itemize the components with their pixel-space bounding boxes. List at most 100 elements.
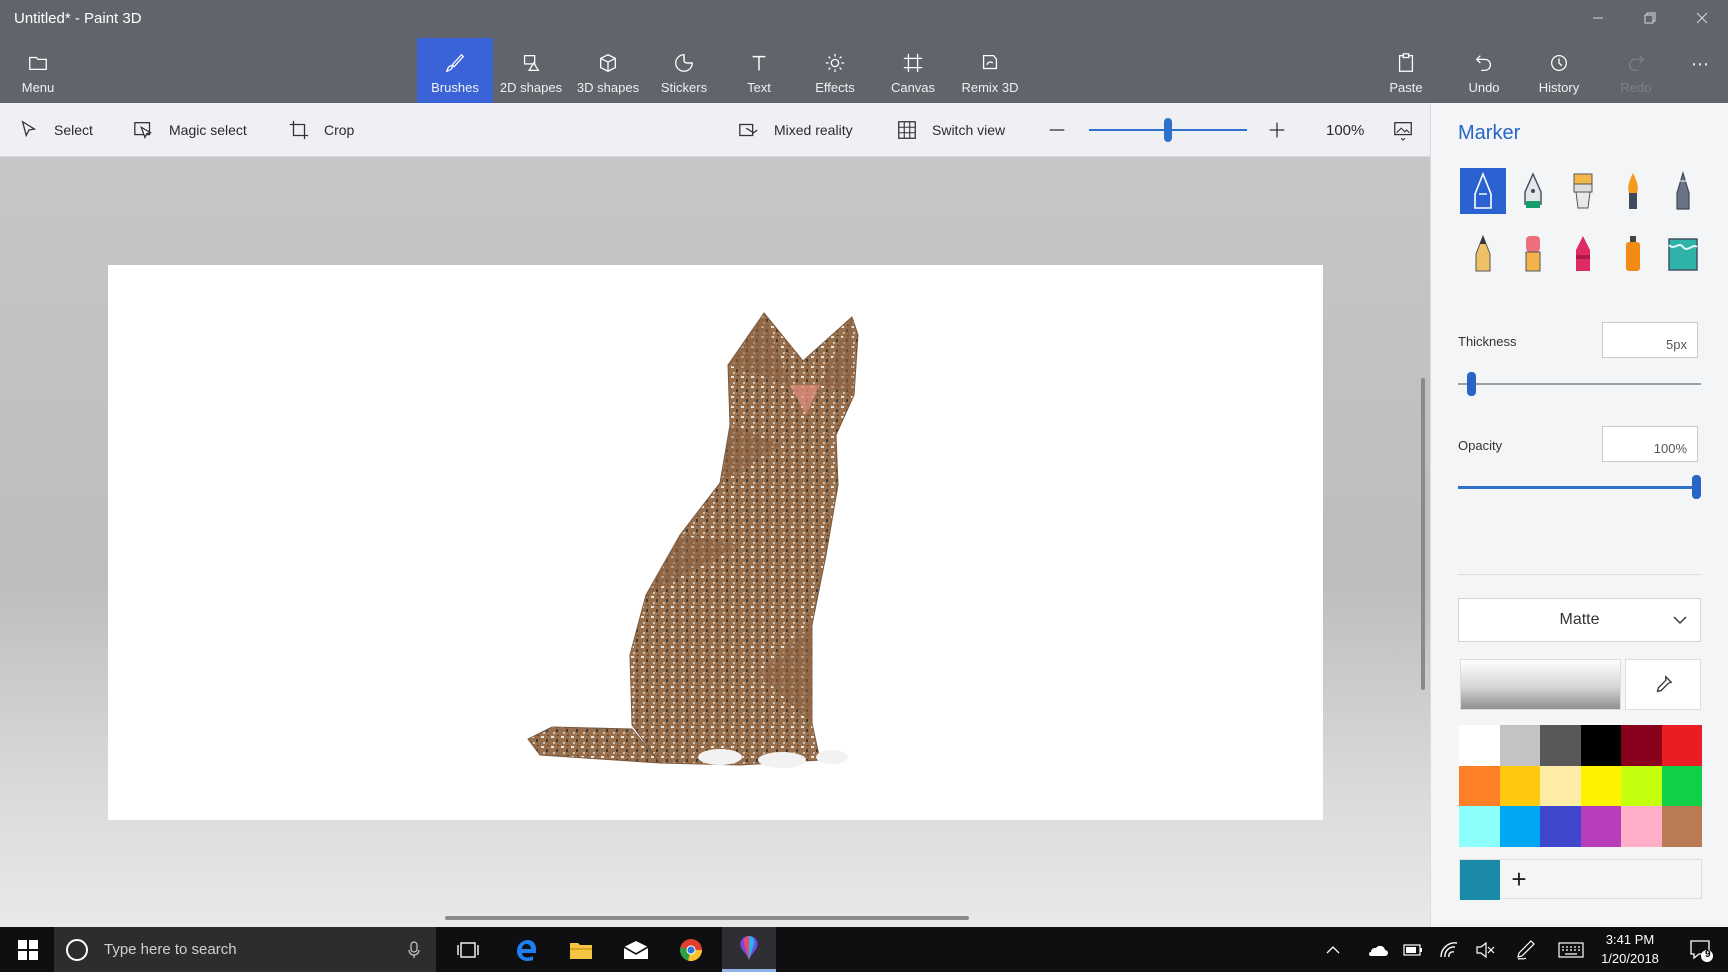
brush-oil[interactable] [1560,168,1606,214]
magic-select-icon [134,122,153,139]
tab-canvas[interactable]: Canvas [877,38,949,103]
magic-select-button[interactable]: Magic select [133,103,247,157]
speaker-muted-icon [1476,941,1495,958]
color-swatch[interactable] [1459,725,1500,766]
network-button[interactable] [1434,927,1464,972]
oil-brush-icon [1573,173,1593,209]
horizontal-scrollbar[interactable] [445,916,969,920]
more-button[interactable]: ⋯ [1680,38,1720,103]
minimize-button[interactable] [1580,6,1616,30]
color-swatch[interactable] [1621,765,1662,806]
color-swatch[interactable] [1580,765,1621,806]
color-swatch[interactable] [1661,725,1702,766]
color-preview[interactable] [1460,659,1621,710]
microphone-icon [408,940,420,958]
brush-marker[interactable] [1460,168,1506,214]
battery-button[interactable] [1398,927,1428,972]
start-button[interactable] [2,927,54,972]
clock[interactable]: 3:41 PM 1/20/2018 [1580,930,1680,968]
color-swatch[interactable] [1499,806,1540,847]
spray-can-icon [1626,236,1640,271]
vertical-scrollbar[interactable] [1421,378,1425,690]
paint-3d-app[interactable] [722,927,776,972]
tab-effects[interactable]: Effects [799,38,871,103]
edge-app[interactable] [500,927,552,972]
canvas-icon [903,53,923,73]
picture-icon [1394,122,1412,141]
select-button[interactable]: Select [18,103,93,157]
color-swatch[interactable] [1540,806,1581,847]
tab-3d-shapes[interactable]: 3D shapes [572,38,644,103]
search-box[interactable]: Type here to search [54,927,436,972]
opacity-slider-thumb[interactable] [1692,475,1701,499]
action-center-button[interactable]: 9 [1678,927,1724,972]
color-swatch[interactable] [1661,765,1702,806]
brush-fill[interactable] [1660,230,1706,276]
current-color-swatch[interactable] [1460,860,1500,900]
pen-workspace-button[interactable] [1510,927,1540,972]
color-swatch[interactable] [1661,806,1702,847]
color-swatch[interactable] [1499,765,1540,806]
chrome-app[interactable] [665,927,717,972]
thickness-field[interactable] [1602,322,1698,358]
color-swatch[interactable] [1499,725,1540,766]
brush-watercolor[interactable] [1610,168,1656,214]
onedrive-button[interactable] [1362,927,1392,972]
eyedropper-button[interactable] [1625,659,1701,710]
tab-2d-shapes[interactable]: 2D shapes [495,38,567,103]
tab-label: Text [747,80,771,95]
brush-calligraphy-pen[interactable] [1510,168,1556,214]
2d-shapes-icon [523,55,540,71]
thickness-slider-track[interactable] [1458,383,1701,385]
undo-button[interactable]: Undo [1452,38,1516,103]
color-swatch[interactable] [1580,806,1621,847]
view-options-button[interactable] [1392,103,1428,157]
volume-button[interactable] [1470,927,1500,972]
finish-value: Matte [1559,611,1600,628]
thickness-slider-thumb[interactable] [1467,372,1477,396]
menu-button[interactable]: Menu [6,38,70,103]
redo-button[interactable]: Redo [1604,38,1668,103]
show-hidden-icons-button[interactable] [1318,927,1348,972]
color-swatch[interactable] [1621,806,1662,847]
task-view-button[interactable] [442,927,494,972]
close-button[interactable] [1684,6,1720,30]
restore-button[interactable] [1632,6,1668,30]
tab-remix-3d[interactable]: Remix 3D [952,38,1028,103]
brush-spray-can[interactable] [1610,230,1656,276]
file-explorer-app[interactable] [555,927,607,972]
color-swatch[interactable] [1459,765,1500,806]
sun-icon [825,53,845,73]
brush-pixel-pen[interactable] [1660,168,1706,214]
3d-cat-model[interactable] [520,295,920,787]
color-swatch[interactable] [1621,725,1662,766]
zoom-out-button[interactable] [1046,103,1082,157]
color-swatch[interactable] [1540,725,1581,766]
add-color-button[interactable]: + [1504,864,1534,894]
color-swatch[interactable] [1540,765,1581,806]
mixed-reality-button[interactable]: Mixed reality [738,103,853,157]
tab-label: Brushes [431,80,479,95]
mail-app[interactable] [610,927,662,972]
finish-dropdown[interactable]: Matte [1458,598,1701,642]
zoom-in-button[interactable] [1266,103,1302,157]
crop-button[interactable]: Crop [288,103,354,157]
tab-brushes[interactable]: Brushes [417,38,493,103]
brush-eraser[interactable] [1510,230,1556,276]
opacity-field[interactable] [1602,426,1698,462]
fill-bucket-icon [1668,238,1698,271]
cortana-icon [66,938,88,961]
battery-icon [1403,943,1422,956]
color-swatch[interactable] [1459,806,1500,847]
brush-pencil[interactable] [1460,230,1506,276]
history-button[interactable]: History [1527,38,1591,103]
switch-view-button[interactable]: Switch view [896,103,1005,157]
color-swatch[interactable] [1580,725,1621,766]
tab-text[interactable]: Text [723,38,795,103]
selection-toolbar: Select Magic select Crop Mixed reality S… [0,103,1430,157]
tab-label: 3D shapes [576,80,640,95]
paste-button[interactable]: Paste [1374,38,1438,103]
brush-crayon[interactable] [1560,230,1606,276]
zoom-slider-thumb[interactable] [1164,118,1172,142]
tab-stickers[interactable]: Stickers [648,38,720,103]
